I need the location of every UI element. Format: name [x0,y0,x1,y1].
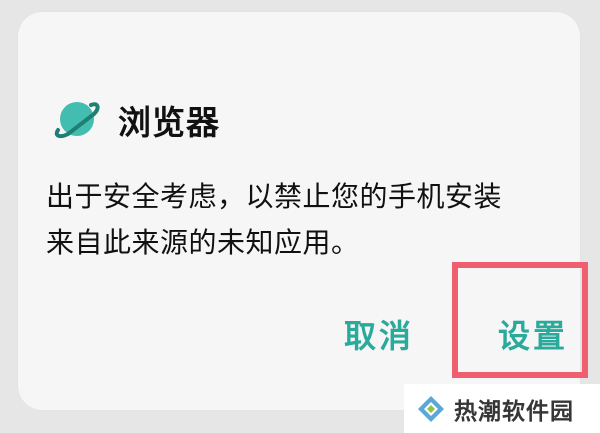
diamond-logo-icon [418,395,444,422]
message-line: 来自此来源的未知应用。 [46,226,360,259]
highlight-annotation [452,262,588,378]
dialog-header: 浏览器 [50,94,220,146]
message-line: 出于安全考虑，以禁止您的手机安装 [46,180,503,213]
dialog-message: 出于安全考虑，以禁止您的手机安装 来自此来源的未知应用。 [46,174,566,266]
planet-icon [54,102,100,139]
watermark-text: 热潮软件园 [454,398,574,425]
cancel-button[interactable]: 取消 [334,304,424,364]
watermark: 热潮软件园 [404,384,600,433]
app-title: 浏览器 [118,103,220,142]
